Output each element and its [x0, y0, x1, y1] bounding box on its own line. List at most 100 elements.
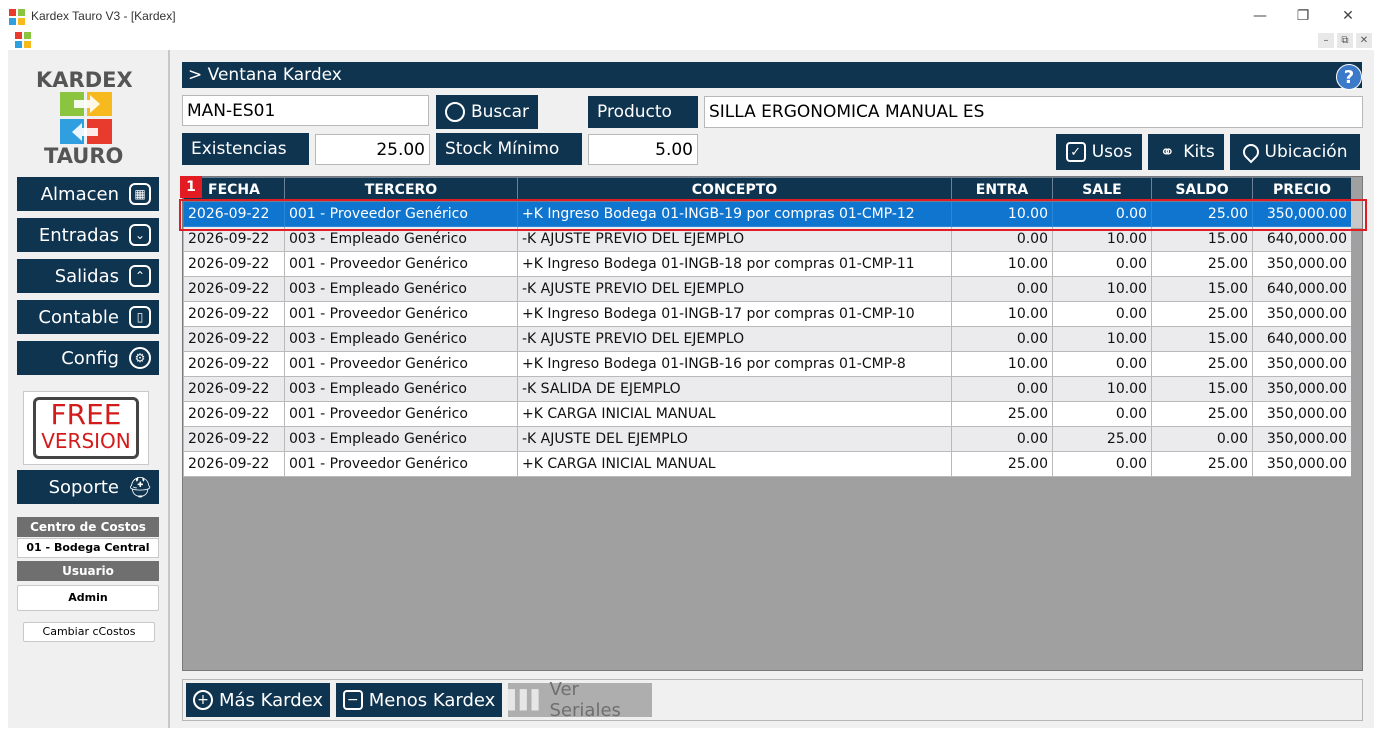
kits-button[interactable]: ⚭ Kits [1148, 134, 1224, 170]
cell-fecha: 2026-09-22 [183, 376, 285, 402]
nav-almacen-button[interactable]: Almacen ▦ [17, 177, 159, 211]
cell-fecha: 2026-09-22 [183, 451, 285, 477]
mdi-minimize-button[interactable]: – [1318, 33, 1334, 48]
cell-concepto: +K Ingreso Bodega 01-INGB-17 por compras… [517, 301, 952, 327]
cell-precio: 640,000.00 [1252, 326, 1352, 352]
table-row[interactable]: 2026-09-22 001 - Proveedor Genérico +K Ing… [183, 351, 1352, 377]
cell-concepto: -K AJUSTE DEL EJEMPLO [517, 426, 952, 452]
codigo-input[interactable]: MAN-ES01 [182, 95, 429, 126]
menos-kardex-label: Menos Kardex [368, 689, 496, 711]
menos-kardex-button[interactable]: − Menos Kardex [336, 683, 502, 717]
mas-kardex-label: Más Kardex [218, 689, 324, 711]
table-row[interactable]: 2026-09-22 003 - Empleado Genérico -K AJUS… [183, 326, 1352, 352]
cell-fecha: 2026-09-22 [183, 351, 285, 377]
table-row[interactable]: 2026-09-22 003 - Empleado Genérico -K AJUS… [183, 276, 1352, 302]
cell-concepto: -K SALIDA DE EJEMPLO [517, 376, 952, 402]
buscar-button[interactable]: Buscar [436, 95, 538, 129]
cell-fecha: 2026-09-22 [183, 426, 285, 452]
stock-minimo-label: Stock Mínimo [436, 133, 582, 165]
nav-entradas-label: Entradas [38, 224, 119, 246]
usos-button[interactable]: ✓ Usos [1056, 134, 1142, 170]
soporte-button[interactable]: Soporte ⛑ [17, 470, 159, 504]
cambiar-ccostos-button[interactable]: Cambiar cCostos [23, 622, 155, 642]
cell-precio: 350,000.00 [1252, 401, 1352, 427]
nav-config-label: Config [61, 347, 119, 369]
table-row[interactable]: 2026-09-22 001 - Proveedor Genérico +K Ing… [183, 251, 1352, 277]
inbox-out-icon: ⌃ [129, 265, 151, 287]
cell-fecha: 2026-09-22 [183, 301, 285, 327]
free-version-badge: FREE VERSION [23, 391, 149, 465]
cell-sale: 0.00 [1052, 351, 1152, 377]
free-label: FREE [50, 398, 122, 431]
soporte-label: Soporte [48, 476, 119, 498]
window-right-edge [1374, 50, 1382, 736]
cell-precio: 350,000.00 [1252, 426, 1352, 452]
maximize-button[interactable]: ❐ [1289, 6, 1317, 26]
existencias-field: 25.00 [315, 134, 430, 165]
nav-salidas-button[interactable]: Salidas ⌃ [17, 259, 159, 293]
table-row[interactable]: 2026-09-22 001 - Proveedor Genérico +K Ing… [183, 301, 1352, 327]
cell-entra: 10.00 [951, 301, 1053, 327]
cell-entra: 0.00 [951, 276, 1053, 302]
cell-sale: 10.00 [1052, 326, 1152, 352]
cell-precio: 350,000.00 [1252, 376, 1352, 402]
nav-config-button[interactable]: Config ⚙ [17, 341, 159, 375]
nav-contable-button[interactable]: Contable ▯ [17, 300, 159, 334]
existencias-label: Existencias [182, 133, 309, 165]
ubicacion-button[interactable]: Ubicación [1230, 134, 1360, 170]
grid-scrollbar[interactable] [1351, 177, 1362, 670]
cell-entra: 0.00 [951, 326, 1053, 352]
table-row[interactable]: 2026-09-22 003 - Empleado Genérico -K SALI… [183, 376, 1352, 402]
cell-sale: 0.00 [1052, 251, 1152, 277]
cell-concepto: +K Ingreso Bodega 01-INGB-18 por compras… [517, 251, 952, 277]
cell-entra: 0.00 [951, 376, 1053, 402]
mdi-child-icon [15, 32, 31, 48]
cell-saldo: 0.00 [1151, 426, 1253, 452]
minus-square-icon: − [342, 690, 363, 710]
cell-saldo: 15.00 [1151, 276, 1253, 302]
nav-entradas-button[interactable]: Entradas ⌄ [17, 218, 159, 252]
cell-precio: 350,000.00 [1252, 251, 1352, 277]
table-row[interactable]: 2026-09-22 001 - Proveedor Genérico +K CAR… [183, 401, 1352, 427]
cell-tercero: 001 - Proveedor Genérico [284, 451, 518, 477]
cell-tercero: 001 - Proveedor Genérico [284, 351, 518, 377]
table-header-row: FECHA TERCERO CONCEPTO ENTRA SALE SALDO … [183, 177, 1352, 202]
col-entra[interactable]: ENTRA [951, 177, 1053, 202]
close-button[interactable]: ✕ [1334, 6, 1362, 26]
producto-label: Producto [588, 96, 698, 128]
plus-circle-icon: + [192, 690, 213, 710]
kits-label: Kits [1183, 142, 1215, 162]
table-row[interactable]: 2026-09-22 003 - Empleado Genérico -K AJUS… [183, 426, 1352, 452]
col-sale[interactable]: SALE [1052, 177, 1152, 202]
ver-seriales-button[interactable]: ▌▌▌ Ver Seriales [508, 679, 652, 721]
col-tercero[interactable]: TERCERO [284, 177, 518, 202]
cell-sale: 10.00 [1052, 276, 1152, 302]
title-bar: Kardex Tauro V3 - [Kardex] — ❐ ✕ [0, 0, 1382, 32]
ubicacion-label: Ubicación [1264, 142, 1348, 162]
ver-seriales-label: Ver Seriales [549, 679, 621, 721]
mdi-restore-button[interactable]: ⧉ [1337, 33, 1353, 48]
col-concepto[interactable]: CONCEPTO [517, 177, 952, 202]
col-precio[interactable]: PRECIO [1252, 177, 1352, 202]
cell-entra: 25.00 [951, 451, 1053, 477]
col-saldo[interactable]: SALDO [1151, 177, 1253, 202]
help-button[interactable]: ? [1336, 64, 1362, 90]
logo-mark-icon [60, 92, 112, 144]
mdi-close-button[interactable]: ✕ [1356, 33, 1372, 48]
cell-sale: 25.00 [1052, 426, 1152, 452]
cell-tercero: 003 - Empleado Genérico [284, 426, 518, 452]
cell-precio: 350,000.00 [1252, 351, 1352, 377]
kits-icon: ⚭ [1159, 141, 1175, 163]
cell-saldo: 25.00 [1151, 351, 1253, 377]
cell-tercero: 003 - Empleado Genérico [284, 376, 518, 402]
cell-saldo: 25.00 [1151, 301, 1253, 327]
usuario-label: Usuario [17, 561, 159, 581]
table-row[interactable]: 2026-09-22 001 - Proveedor Genérico +K CAR… [183, 451, 1352, 477]
location-pin-icon [1239, 140, 1262, 164]
cell-fecha: 2026-09-22 [183, 251, 285, 277]
cell-fecha: 2026-09-22 [183, 401, 285, 427]
producto-field[interactable]: SILLA ERGONOMICA MANUAL ES [704, 96, 1363, 128]
mas-kardex-button[interactable]: + Más Kardex [186, 683, 330, 717]
minimize-button[interactable]: — [1246, 6, 1274, 26]
buscar-label: Buscar [470, 102, 530, 122]
